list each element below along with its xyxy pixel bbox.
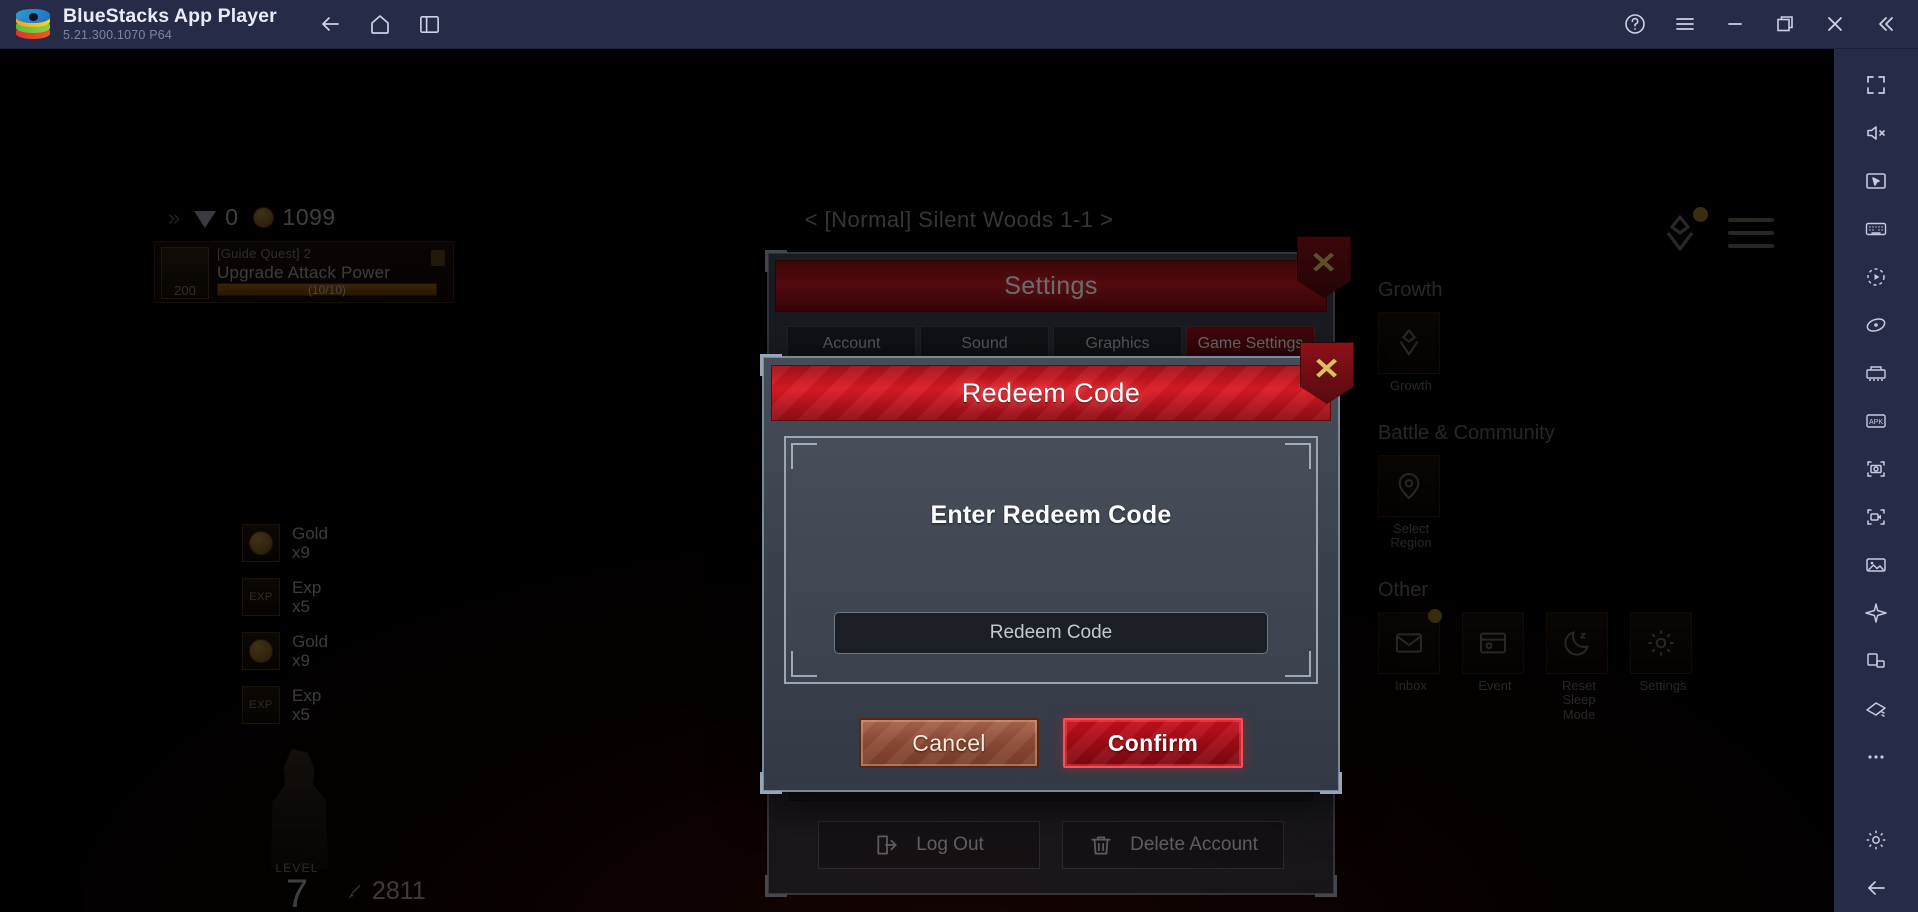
svg-text:APK: APK — [1869, 419, 1883, 426]
close-icon: ✕ — [1310, 247, 1338, 280]
sidebar-macro-icon[interactable] — [1844, 253, 1908, 301]
logout-icon — [874, 832, 900, 858]
sidebar-cursor-pointer-icon[interactable] — [1844, 157, 1908, 205]
bluestacks-logo-icon — [16, 9, 50, 39]
multi-instance-button[interactable] — [409, 7, 451, 41]
settings-tab[interactable]: Game Settings — [1186, 326, 1315, 360]
delete-account-button[interactable]: Delete Account — [1062, 821, 1284, 869]
sidebar-multi-instance-sync-icon[interactable] — [1844, 349, 1908, 397]
settings-dialog-title: Settings — [775, 260, 1327, 312]
confirm-button[interactable]: Confirm — [1063, 718, 1243, 768]
sidebar-gear-icon[interactable] — [1844, 816, 1908, 864]
sidebar-copy-to-device-icon[interactable] — [1844, 637, 1908, 685]
home-button[interactable] — [359, 7, 401, 41]
trash-icon — [1088, 832, 1114, 858]
redeem-dialog-title: Redeem Code — [771, 365, 1331, 421]
redeem-prompt-label: Enter Redeem Code — [930, 501, 1172, 529]
sidebar-more-icon[interactable] — [1844, 733, 1908, 781]
sidebar-keyboard-icon[interactable] — [1844, 205, 1908, 253]
titlebar-controls-group — [1610, 7, 1918, 41]
settings-tab[interactable]: Graphics — [1053, 326, 1182, 360]
sidebar-fullscreen-icon[interactable] — [1844, 61, 1908, 109]
sidebar-eco-mode-icon[interactable] — [1844, 301, 1908, 349]
sidebar-install-apk-icon[interactable]: APK — [1844, 397, 1908, 445]
help-button[interactable] — [1614, 7, 1656, 41]
menu-button[interactable] — [1664, 7, 1706, 41]
collapse-sidebar-button[interactable] — [1864, 7, 1906, 41]
settings-footer: Log Out Delete Account — [787, 817, 1315, 873]
settings-tab[interactable]: Sound — [920, 326, 1049, 360]
sidebar-record-icon[interactable] — [1844, 493, 1908, 541]
maximize-button[interactable] — [1764, 7, 1806, 41]
game-viewport[interactable]: » 0 1099 200 [Guide Quest] 2 Upgrade Att… — [84, 49, 1834, 912]
sidebar-media-manager-icon[interactable] — [1844, 541, 1908, 589]
titlebar: BlueStacks App Player 5.21.300.1070 P64 — [0, 0, 1918, 49]
sidebar-tilt-icon[interactable] — [1844, 685, 1908, 733]
bluestacks-sidebar: APK — [1834, 49, 1918, 912]
footer-button-label: Delete Account — [1130, 834, 1258, 855]
title-text-group: BlueStacks App Player 5.21.300.1070 P64 — [63, 6, 277, 42]
close-button[interactable] — [1814, 7, 1856, 41]
app-title: BlueStacks App Player — [63, 5, 277, 28]
back-button[interactable] — [309, 7, 351, 41]
sidebar-mute-icon[interactable] — [1844, 109, 1908, 157]
redeem-code-dialog[interactable]: Redeem Code ✕ Enter Redeem Code Cancel C… — [760, 342, 1354, 794]
footer-button-label: Log Out — [916, 834, 984, 855]
sidebar-screenshot-icon[interactable] — [1844, 445, 1908, 493]
redeem-code-input[interactable] — [834, 612, 1268, 654]
sidebar-airplane-icon[interactable] — [1844, 589, 1908, 637]
redeem-input-panel: Enter Redeem Code — [784, 436, 1318, 684]
minimize-button[interactable] — [1714, 7, 1756, 41]
redeem-dialog-buttons: Cancel Confirm — [762, 716, 1340, 770]
titlebar-nav-group — [305, 7, 455, 41]
sidebar-back-arrow-icon[interactable] — [1844, 864, 1908, 912]
cancel-button[interactable]: Cancel — [859, 718, 1039, 768]
log-out-button[interactable]: Log Out — [818, 821, 1040, 869]
app-version: 5.21.300.1070 P64 — [63, 27, 173, 42]
settings-tab[interactable]: Account — [787, 326, 916, 360]
close-icon: ✕ — [1313, 353, 1341, 386]
settings-tabs: Account Sound Graphics Game Settings — [787, 320, 1315, 360]
